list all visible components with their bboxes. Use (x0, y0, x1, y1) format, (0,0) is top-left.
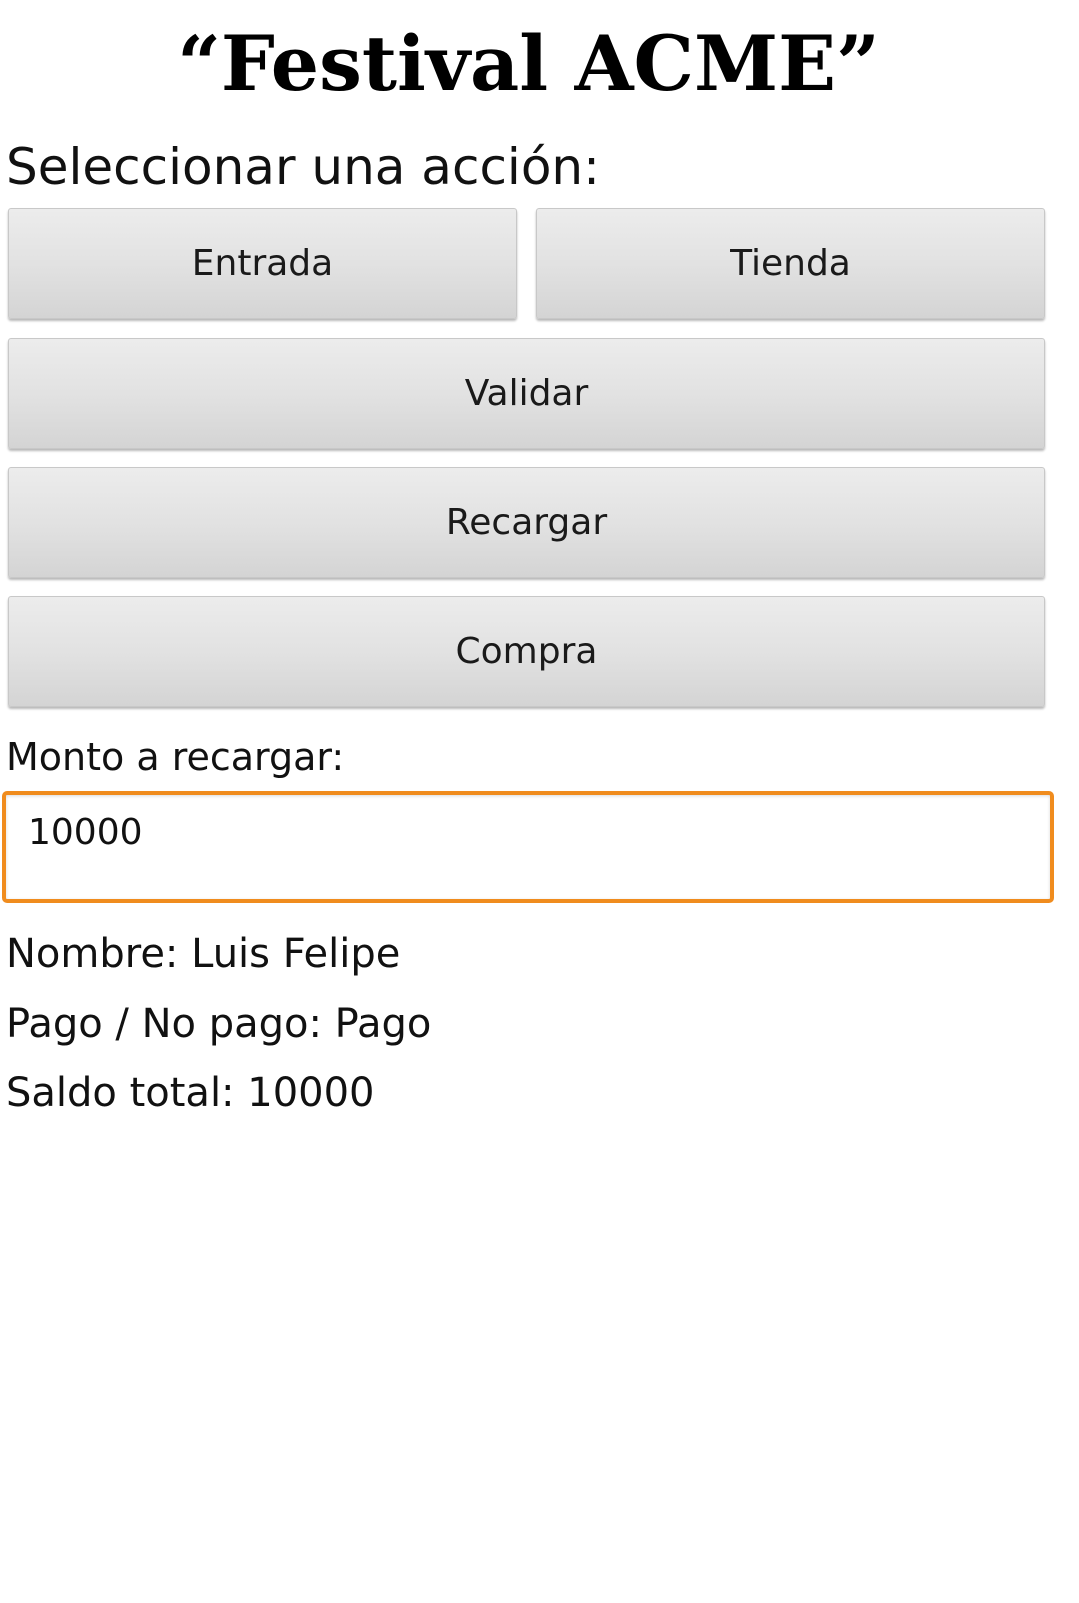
page-title: “Festival ACME” (177, 19, 880, 108)
entrada-button[interactable]: Entrada (8, 208, 517, 319)
payment-status-text: Pago / No pago: Pago (6, 1001, 432, 1047)
tienda-button[interactable]: Tienda (536, 208, 1045, 319)
name-text: Nombre: Luis Felipe (6, 931, 401, 977)
recharge-amount-input[interactable] (2, 791, 1054, 903)
validar-button[interactable]: Validar (8, 338, 1045, 449)
recharge-amount-label: Monto a recargar: (6, 735, 345, 779)
action-prompt: Seleccionar una acción: (6, 138, 600, 196)
recargar-button[interactable]: Recargar (8, 467, 1045, 578)
compra-button[interactable]: Compra (8, 596, 1045, 707)
total-balance-text: Saldo total: 10000 (6, 1070, 375, 1116)
